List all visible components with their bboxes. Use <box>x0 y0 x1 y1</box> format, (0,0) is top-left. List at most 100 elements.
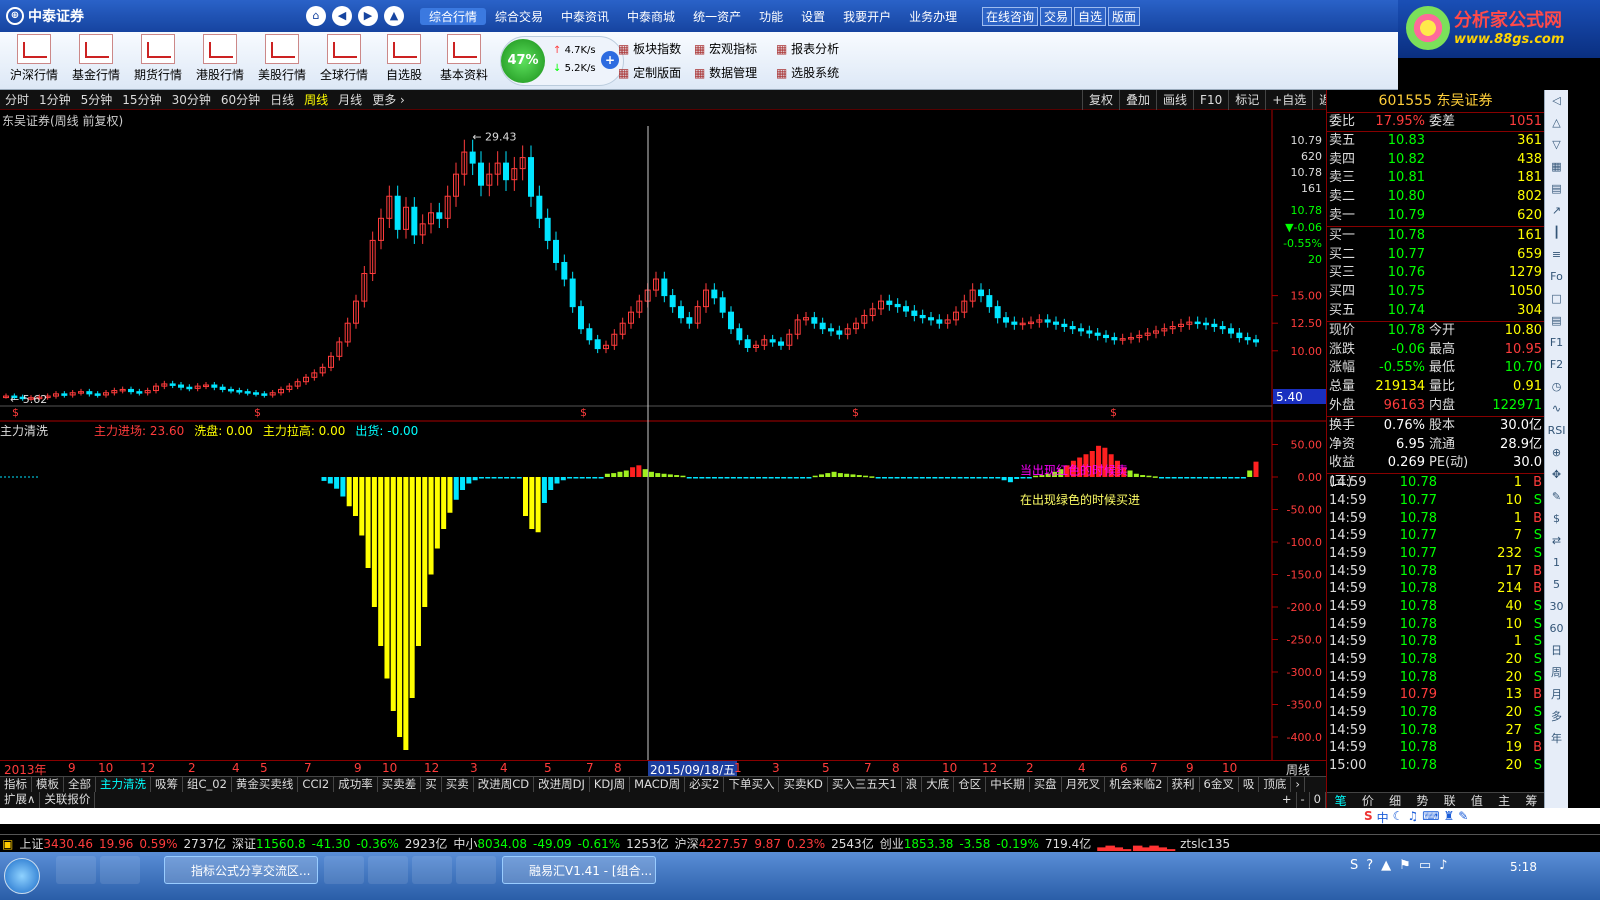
pen-icon[interactable]: ✎ <box>1545 486 1568 508</box>
indicator-tab-18[interactable]: 买卖KD <box>779 777 828 792</box>
menu-item-3[interactable]: 中泰商城 <box>618 8 684 25</box>
ext-tab-1[interactable]: 关联报价 <box>40 792 96 808</box>
grid-icon[interactable]: ▤ <box>1545 178 1568 200</box>
quick-button-3[interactable]: 版面 <box>1108 7 1141 26</box>
day-icon[interactable]: 日 <box>1545 640 1568 662</box>
f1-icon[interactable]: F1 <box>1545 332 1568 354</box>
menu-item-6[interactable]: 设置 <box>792 8 834 25</box>
moon-icon[interactable]: ☾ <box>1393 809 1404 826</box>
toolbar-button-4[interactable]: 美股行情 <box>252 34 312 83</box>
candles-icon[interactable]: ┃ <box>1545 222 1568 244</box>
toolbar-button-7[interactable]: 基本资料 <box>434 34 494 83</box>
indicator-tab-16[interactable]: 必买2 <box>685 777 725 792</box>
num5-icon[interactable]: 5 <box>1545 574 1568 596</box>
toolbar-button-5[interactable]: 全球行情 <box>314 34 374 83</box>
indicator-tab-26[interactable]: 机会来临2 <box>1105 777 1168 792</box>
indicator-tab-20[interactable]: 浪 <box>902 777 923 792</box>
indicator-tab-22[interactable]: 仓区 <box>954 777 987 792</box>
indicator-tab-17[interactable]: 下单买入 <box>724 777 780 792</box>
app-icon[interactable] <box>456 856 496 884</box>
sogou-icon[interactable]: S <box>1364 809 1373 826</box>
indicator-tab-9[interactable]: 买卖差 <box>378 777 422 792</box>
indicator-tab-6[interactable]: 黄金买卖线 <box>232 777 299 792</box>
toolbar-link-3[interactable]: 定制版面 <box>618 64 681 81</box>
indicator-tab-4[interactable]: 吸筹 <box>151 777 183 792</box>
taskbar-pinned-app[interactable] <box>56 856 96 884</box>
start-button[interactable] <box>4 858 40 894</box>
indicator-tab-5[interactable]: 组C_02 <box>183 777 232 792</box>
tile-icon[interactable]: ▦ <box>1545 156 1568 178</box>
month-icon[interactable]: 月 <box>1545 684 1568 706</box>
toolbar-link-2[interactable]: 报表分析 <box>776 40 839 57</box>
chart-button-0[interactable]: 复权 <box>1082 90 1119 110</box>
quick-button-0[interactable]: 在线咨询 <box>982 7 1039 26</box>
list-icon[interactable]: ≡ <box>1545 244 1568 266</box>
f10-icon[interactable]: Fo <box>1545 266 1568 288</box>
period-2[interactable]: 5分钟 <box>76 90 118 109</box>
up-icon[interactable]: ▲ <box>384 6 404 26</box>
chart-button-1[interactable]: 叠加 <box>1119 90 1156 110</box>
tab-scroll-icon[interactable]: › <box>1291 777 1305 792</box>
indicator-tab-21[interactable]: 大底 <box>922 777 955 792</box>
year-icon[interactable]: 年 <box>1545 728 1568 750</box>
indicator-tab-2[interactable]: 全部 <box>64 777 96 792</box>
toolbar-button-6[interactable]: 自选股 <box>374 34 434 83</box>
f2-icon[interactable]: F2 <box>1545 354 1568 376</box>
tray-arrow-icon[interactable]: ▲ <box>1381 858 1391 873</box>
tool-icon[interactable]: ✎ <box>1458 809 1468 826</box>
indicator-tab-11[interactable]: 买卖 <box>442 777 474 792</box>
doc-icon[interactable]: ▤ <box>1545 310 1568 332</box>
indicator-tab-14[interactable]: KDJ周 <box>590 777 631 792</box>
week-icon[interactable]: 周 <box>1545 662 1568 684</box>
ie-icon-2[interactable] <box>324 856 364 884</box>
home-icon[interactable]: ⌂ <box>306 6 326 26</box>
period-3[interactable]: 15分钟 <box>117 90 166 109</box>
indicator-tab-19[interactable]: 买入三五天1 <box>828 777 902 792</box>
chart-button-5[interactable]: +自选 <box>1265 90 1312 110</box>
indicator-tab-3[interactable]: 主力清洗 <box>96 777 151 792</box>
task-rongyihui[interactable]: 融易汇V1.41 - [组合... <box>502 856 656 884</box>
arrow-left-icon[interactable]: ◁ <box>1545 90 1568 112</box>
indicator-tab-8[interactable]: 成功率 <box>334 777 378 792</box>
period-7[interactable]: 周线 <box>299 90 333 109</box>
move-icon[interactable]: ✥ <box>1545 464 1568 486</box>
indicator-tab-7[interactable]: CCI2 <box>298 777 335 792</box>
toolbar-button-3[interactable]: 港股行情 <box>190 34 250 83</box>
indicator-tab-12[interactable]: 改进周CD <box>474 777 535 792</box>
quick-button-1[interactable]: 交易 <box>1040 7 1073 26</box>
indicator-tab-10[interactable]: 买 <box>421 777 442 792</box>
toolbar-button-0[interactable]: 沪深行情 <box>4 34 64 83</box>
num30-icon[interactable]: 30 <box>1545 596 1568 618</box>
indicator-tab-15[interactable]: MACD周 <box>630 777 686 792</box>
task-forum[interactable]: 指标公式分享交流区... <box>164 856 318 884</box>
menu-item-8[interactable]: 业务办理 <box>900 8 966 25</box>
toolbar-link-1[interactable]: 宏观指标 <box>694 40 757 57</box>
more-icon[interactable]: 多 <box>1545 706 1568 728</box>
mic-icon[interactable]: ♫ <box>1407 809 1418 826</box>
folder-icon[interactable] <box>368 856 408 884</box>
menu-item-7[interactable]: 我要开户 <box>834 8 900 25</box>
zoom-control-1[interactable]: - <box>1297 792 1310 808</box>
menu-item-5[interactable]: 功能 <box>750 8 792 25</box>
dollar-icon[interactable]: $ <box>1545 508 1568 530</box>
ext-tab-0[interactable]: 扩展∧ <box>0 792 41 808</box>
tray-network-icon[interactable]: ▭ <box>1419 858 1431 873</box>
indicator-tab-28[interactable]: 6金叉 <box>1200 777 1239 792</box>
period-0[interactable]: 分时 <box>0 90 34 109</box>
chart2-icon[interactable]: ∿ <box>1545 398 1568 420</box>
plus-icon[interactable]: + <box>601 51 619 69</box>
period-1[interactable]: 1分钟 <box>34 90 76 109</box>
chart-button-2[interactable]: 画线 <box>1156 90 1193 110</box>
shirt-icon[interactable]: ♜ <box>1444 809 1455 826</box>
menu-item-2[interactable]: 中泰资讯 <box>552 8 618 25</box>
num60-icon[interactable]: 60 <box>1545 618 1568 640</box>
tray-volume-icon[interactable]: ♪ <box>1439 858 1447 873</box>
zoom-icon[interactable]: ⊕ <box>1545 442 1568 464</box>
chart-button-4[interactable]: 标记 <box>1228 90 1265 110</box>
toolbar-link-0[interactable]: 板块指数 <box>618 40 681 57</box>
quick-button-2[interactable]: 自选 <box>1074 7 1107 26</box>
keyboard-icon[interactable]: ⌨ <box>1422 809 1439 826</box>
indicator-tab-13[interactable]: 改进周DJ <box>534 777 590 792</box>
period-9[interactable]: 更多 › <box>367 90 410 109</box>
menu-item-0[interactable]: 综合行情 <box>420 8 487 25</box>
